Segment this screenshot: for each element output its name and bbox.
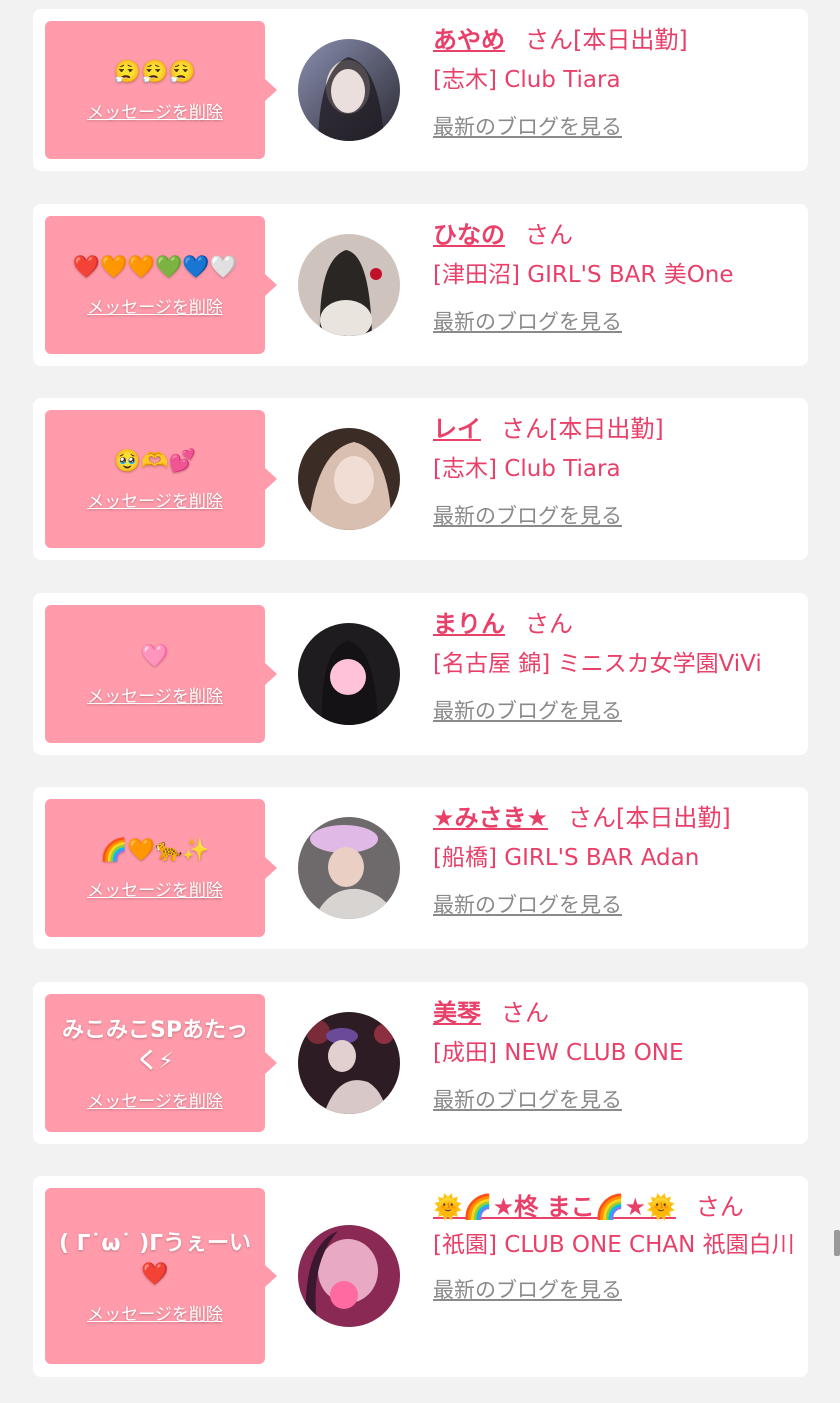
avatar[interactable]: [298, 428, 400, 530]
delete-message-link[interactable]: メッセージを削除: [87, 98, 223, 123]
shop-name: [津田沼] GIRL'S BAR 美One: [433, 262, 734, 288]
avatar[interactable]: [298, 817, 400, 919]
message-bubble: 🌈🧡🐆✨ メッセージを削除: [45, 799, 277, 937]
blog-link[interactable]: 最新のブログを見る: [433, 111, 622, 141]
avatar[interactable]: [298, 39, 400, 141]
message-card: 😮‍💨😮‍💨😮‍💨 メッセージを削除 あやめ さん[本日出勤] [志木] Club…: [33, 9, 808, 171]
cast-suffix: さん[本日出勤]: [501, 415, 664, 443]
message-bubble: 😮‍💨😮‍💨😮‍💨 メッセージを削除: [45, 21, 277, 159]
cast-suffix: さん[本日出勤]: [568, 804, 731, 832]
shop-name: [船橋] GIRL'S BAR Adan: [433, 845, 700, 871]
message-bubble: 🥹🫶💕 メッセージを削除: [45, 410, 277, 548]
cast-info: レイ さん[本日出勤] [志木] Club Tiara 最新のブログを見る: [433, 412, 796, 530]
message-text: 🥹🫶💕: [113, 449, 197, 474]
blog-link[interactable]: 最新のブログを見る: [433, 306, 622, 336]
shop-name: [成田] NEW CLUB ONE: [433, 1040, 684, 1066]
cast-suffix: さん: [501, 999, 549, 1027]
cast-name-link[interactable]: ひなの: [433, 221, 505, 249]
cast-info: 美琴 さん [成田] NEW CLUB ONE 最新のブログを見る: [433, 996, 796, 1114]
blog-link[interactable]: 最新のブログを見る: [433, 695, 622, 725]
cast-info: まりん さん [名古屋 錦] ミニスカ女学園ViVi 最新のブログを見る: [433, 607, 796, 725]
message-card: ( ᒥ˙ω˙ )ᒥうぇーい❤️ メッセージを削除 🌞🌈★柊 まこ🌈★🌞 さん [祇…: [33, 1176, 808, 1377]
shop-name: [志木] Club Tiara: [433, 456, 621, 482]
delete-message-link[interactable]: メッセージを削除: [87, 487, 223, 512]
message-card: 🌈🧡🐆✨ メッセージを削除 ★みさき★ さん[本日出勤] [船橋] GIRL'S …: [33, 787, 808, 949]
cast-info: ひなの さん [津田沼] GIRL'S BAR 美One 最新のブログを見る: [433, 218, 796, 336]
message-card: 🥹🫶💕 メッセージを削除 レイ さん[本日出勤] [志木] Club Tiara …: [33, 398, 808, 560]
cast-info: あやめ さん[本日出勤] [志木] Club Tiara 最新のブログを見る: [433, 23, 796, 141]
cast-suffix: さん[本日出勤]: [525, 26, 688, 54]
delete-message-link[interactable]: メッセージを削除: [87, 293, 223, 318]
message-card: 🩷 メッセージを削除 まりん さん [名古屋 錦] ミニスカ女学園ViVi 最新の…: [33, 593, 808, 755]
delete-message-link[interactable]: メッセージを削除: [87, 682, 223, 707]
avatar[interactable]: [298, 623, 400, 725]
scrollbar-thumb[interactable]: [834, 1230, 840, 1256]
blog-link[interactable]: 最新のブログを見る: [433, 500, 622, 530]
message-text: ❤️🧡🧡💚💙🤍: [72, 255, 238, 280]
message-bubble: 🩷 メッセージを削除: [45, 605, 277, 743]
avatar[interactable]: [298, 234, 400, 336]
shop-name: [祇園] CLUB ONE CHAN 祇園白川: [433, 1232, 795, 1258]
cast-name-link[interactable]: 美琴: [433, 999, 481, 1027]
blog-link[interactable]: 最新のブログを見る: [433, 1274, 622, 1304]
message-bubble: ❤️🧡🧡💚💙🤍 メッセージを削除: [45, 216, 277, 354]
message-text: ( ᒥ˙ω˙ )ᒥうぇーい❤️: [58, 1230, 252, 1287]
cast-info: 🌞🌈★柊 まこ🌈★🌞 さん [祇園] CLUB ONE CHAN 祇園白川 最新の…: [433, 1190, 796, 1304]
cast-suffix: さん: [695, 1193, 744, 1221]
message-card: ❤️🧡🧡💚💙🤍 メッセージを削除 ひなの さん [津田沼] GIRL'S BAR …: [33, 204, 808, 366]
cast-name-link[interactable]: ★みさき★: [433, 804, 548, 832]
delete-message-link[interactable]: メッセージを削除: [87, 1300, 223, 1325]
shop-name: [志木] Club Tiara: [433, 67, 621, 93]
message-bubble: ( ᒥ˙ω˙ )ᒥうぇーい❤️ メッセージを削除: [45, 1188, 277, 1364]
cast-name-link[interactable]: まりん: [433, 610, 505, 638]
delete-message-link[interactable]: メッセージを削除: [87, 876, 223, 901]
cast-info: ★みさき★ さん[本日出勤] [船橋] GIRL'S BAR Adan 最新のブロ…: [433, 801, 796, 919]
avatar[interactable]: [298, 1012, 400, 1114]
message-text: 🩷: [141, 644, 169, 669]
avatar[interactable]: [298, 1225, 400, 1327]
cast-name-link[interactable]: 🌞🌈★柊 まこ🌈★🌞: [433, 1193, 676, 1221]
cast-name-link[interactable]: レイ: [433, 415, 481, 443]
cast-name-link[interactable]: あやめ: [433, 26, 505, 54]
blog-link[interactable]: 最新のブログを見る: [433, 1084, 622, 1114]
cast-suffix: さん: [525, 221, 573, 249]
cast-suffix: さん: [525, 610, 573, 638]
message-card: みこみこSPあたっく⚡ メッセージを削除 美琴 さん [成田] NEW CLUB …: [33, 982, 808, 1144]
message-bubble: みこみこSPあたっく⚡ メッセージを削除: [45, 994, 277, 1132]
blog-link[interactable]: 最新のブログを見る: [433, 889, 622, 919]
message-text: 😮‍💨😮‍💨😮‍💨: [113, 60, 197, 85]
shop-name: [名古屋 錦] ミニスカ女学園ViVi: [433, 651, 762, 677]
message-text: みこみこSPあたっく⚡: [62, 1017, 248, 1074]
delete-message-link[interactable]: メッセージを削除: [87, 1087, 223, 1112]
message-text: 🌈🧡🐆✨: [100, 838, 210, 863]
